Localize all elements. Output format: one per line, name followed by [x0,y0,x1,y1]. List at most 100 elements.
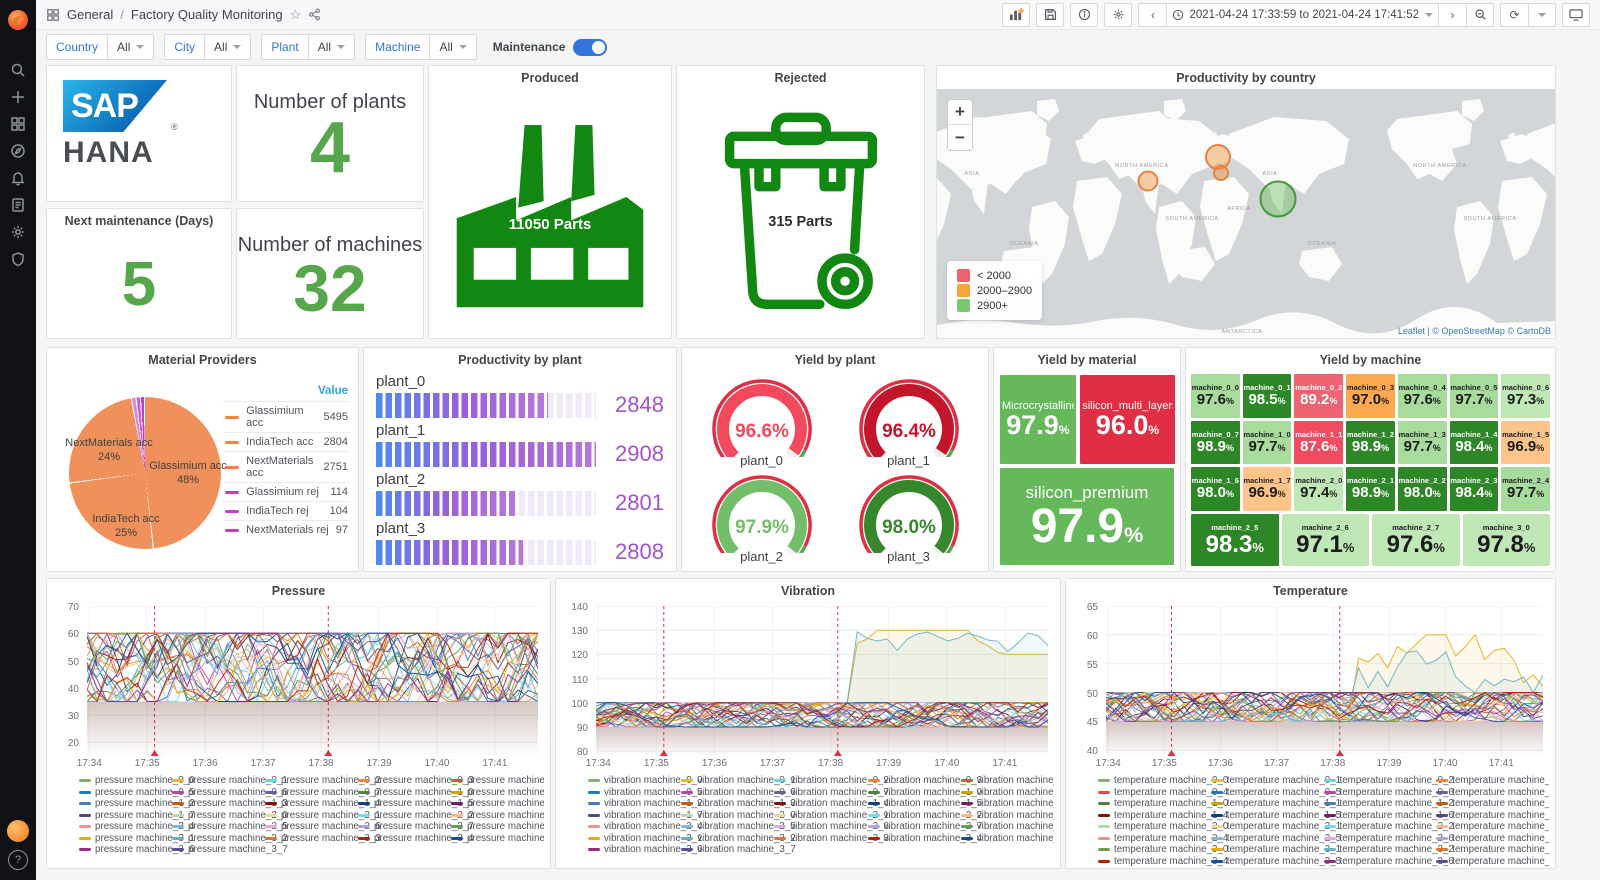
legend-item-machine_3_2[interactable]: temperature machine_3_2 [1323,844,1454,856]
star-icon[interactable]: ☆ [290,7,302,23]
legend-item-machine_2_2[interactable]: vibration machine_2_2 [867,810,982,822]
legend-item-machine_3_2[interactable]: pressure machine_3_2 [172,833,288,845]
legend-item-machine_3_4[interactable]: pressure machine_3_4 [358,833,474,845]
legend-item-machine_3_5[interactable]: vibration machine_3_5 [960,833,1054,845]
legend-item-machine_1_5[interactable]: vibration machine_1_5 [867,798,982,810]
legend-item-machine_3_0[interactable]: temperature machine_3_0 [1098,844,1228,856]
machine-cell-machine_1_5[interactable]: machine_1_5 96.9% [1501,420,1550,465]
legend-item-machine_1_6[interactable]: pressure machine_1_6 [451,798,544,810]
machine-cell-machine_1_4[interactable]: machine_1_4 98.4% [1449,420,1499,465]
legend-item-machine_2_4[interactable]: pressure machine_2_4 [79,821,195,833]
legend-item-machine_1_4[interactable]: vibration machine_1_4 [774,798,889,810]
legend-item-machine_3_0[interactable]: pressure machine_3_0 [451,821,544,833]
panel-title[interactable]: Yield by material [994,348,1180,371]
legend-item-machine_0_5[interactable]: temperature machine_0_5 [1210,787,1341,799]
temperature-plot-area[interactable] [1105,605,1544,756]
map-marker-india[interactable] [1259,180,1297,218]
legend-item-machine_3_6[interactable]: pressure machine_3_6 [79,844,195,856]
legend-item-machine_0_6[interactable]: vibration machine_0_6 [681,787,796,799]
legend-item-machine_3_6[interactable]: vibration machine_3_6 [588,844,703,856]
create-plus-icon[interactable] [0,83,36,110]
tv-mode-icon[interactable] [1562,2,1590,27]
legend-item-machine_1_6[interactable]: temperature machine_1_6 [1323,810,1454,822]
variable-value-dropdown[interactable]: All [430,34,477,60]
panel-title[interactable]: Productivity by country [937,66,1555,89]
legend-row[interactable]: IndiaTech rej 104 [223,501,350,520]
legend-item-machine_0_4[interactable]: temperature machine_0_4 [1098,787,1228,799]
machine-cell-machine_2_7[interactable]: machine_2_7 97.6% [1372,513,1460,566]
machine-cell-machine_1_1[interactable]: machine_1_1 87.6% [1294,420,1344,465]
documentation-icon[interactable] [0,191,36,218]
legend-item-machine_0_5[interactable]: vibration machine_0_5 [588,787,703,799]
legend-item-machine_1_7[interactable]: vibration machine_1_7 [588,810,703,822]
legend-item-machine_2_0[interactable]: vibration machine_2_0 [681,810,796,822]
machine-cell-machine_0_5[interactable]: machine_0_5 97.7% [1449,374,1499,418]
dashboards-icon[interactable] [0,110,36,137]
panel-title[interactable]: Temperature [1066,579,1555,602]
legend-item-machine_2_3[interactable]: pressure machine_2_3 [451,810,544,822]
legend-item-machine_0_7[interactable]: temperature machine_0_7 [1436,787,1549,799]
machine-cell-machine_0_3[interactable]: machine_0_3 97.0% [1346,374,1395,418]
legend-item-machine_2_3[interactable]: temperature machine_2_3 [1436,821,1549,833]
legend-item-machine_1_4[interactable]: temperature machine_1_4 [1098,810,1228,822]
machine-cell-machine_2_0[interactable]: machine_2_0 97.4% [1294,467,1344,511]
legend-item-machine_1_3[interactable]: temperature machine_1_3 [1436,798,1549,810]
breadcrumb-dashboard-title[interactable]: Factory Quality Monitoring [131,7,283,22]
map-zoom-in-button[interactable]: + [948,100,972,125]
machine-cell-machine_1_2[interactable]: machine_1_2 98.9% [1346,420,1395,465]
time-range-picker[interactable]: 2021-04-24 17:33:59 to 2021-04-24 17:41:… [1166,2,1438,27]
legend-item-machine_0_3[interactable]: vibration machine_0_3 [867,775,982,787]
legend-item-machine_3_2[interactable]: vibration machine_3_2 [681,833,796,845]
legend-item-machine_0_3[interactable]: pressure machine_0_3 [358,775,474,787]
legend-item-machine_2_4[interactable]: temperature machine_2_4 [1098,833,1228,845]
legend-item-machine_1_5[interactable]: pressure machine_1_5 [358,798,474,810]
grafana-logo-icon[interactable] [6,8,30,32]
legend-item-machine_3_7[interactable]: temperature machine_3_7 [1436,856,1549,868]
legend-item-machine_2_2[interactable]: temperature machine_2_2 [1323,821,1454,833]
legend-item-machine_3_4[interactable]: vibration machine_3_4 [867,833,982,845]
time-shift-back-icon[interactable]: ‹ [1138,2,1167,27]
explore-compass-icon[interactable] [0,137,36,164]
legend-item-machine_0_6[interactable]: temperature machine_0_6 [1323,787,1454,799]
machine-cell-machine_3_0[interactable]: machine_3_0 97.8% [1462,513,1550,566]
legend-item-machine_1_2[interactable]: vibration machine_1_2 [588,798,703,810]
legend-item-machine_3_7[interactable]: pressure machine_3_7 [172,844,288,856]
legend-item-machine_0_2[interactable]: pressure machine_0_2 [265,775,381,787]
legend-row[interactable]: NextMaterials rej 97 [223,520,350,539]
legend-item-machine_0_4[interactable]: vibration machine_0_4 [960,775,1054,787]
machine-cell-machine_2_3[interactable]: machine_2_3 98.4% [1449,467,1499,511]
machine-cell-machine_0_7[interactable]: machine_0_7 98.9% [1191,420,1240,465]
legend-row[interactable]: Glassimium acc 5495 [223,401,350,432]
legend-item-machine_1_3[interactable]: pressure machine_1_3 [172,798,288,810]
panel-title[interactable]: Produced [429,66,671,89]
legend-row[interactable]: IndiaTech acc 2804 [223,432,350,451]
treemap-cell-silicon-multi-layers[interactable]: silicon_multi_layers 96.0% [1079,375,1176,465]
user-avatar[interactable] [7,820,29,842]
legend-item-machine_0_6[interactable]: pressure machine_0_6 [172,787,288,799]
panel-title[interactable]: Pressure [47,579,550,602]
map-attribution[interactable]: Leaflet | © OpenStreetMap © CartoDB [1398,326,1551,336]
legend-item-machine_0_7[interactable]: vibration machine_0_7 [774,787,889,799]
panel-title[interactable]: Next maintenance (Days) [47,209,231,232]
panel-title[interactable]: Vibration [556,579,1060,602]
legend-item-machine_1_0[interactable]: vibration machine_1_0 [867,787,982,799]
admin-shield-icon[interactable] [0,245,36,272]
pressure-plot-area[interactable] [86,605,539,756]
panel-title[interactable]: Yield by machine [1186,348,1555,371]
machine-cell-machine_0_4[interactable]: machine_0_4 97.6% [1397,374,1447,418]
legend-item-machine_2_7[interactable]: pressure machine_2_7 [358,821,474,833]
legend-item-machine_0_2[interactable]: vibration machine_0_2 [774,775,889,787]
map-marker-france[interactable] [1213,165,1229,181]
legend-item-machine_2_6[interactable]: temperature machine_2_6 [1323,833,1454,845]
legend-item-machine_1_0[interactable]: temperature machine_1_0 [1098,798,1228,810]
machine-cell-machine_2_1[interactable]: machine_2_1 98.9% [1346,467,1395,511]
machine-cell-machine_2_6[interactable]: machine_2_6 97.1% [1281,513,1369,566]
legend-item-machine_0_3[interactable]: temperature machine_0_3 [1436,775,1549,787]
variable-value-dropdown[interactable]: All [108,34,155,60]
time-shift-forward-icon[interactable]: › [1438,2,1466,27]
legend-item-machine_0_0[interactable]: temperature machine_0_0 [1098,775,1228,787]
legend-item-machine_0_1[interactable]: temperature machine_0_1 [1210,775,1341,787]
legend-item-machine_2_6[interactable]: pressure machine_2_6 [265,821,381,833]
legend-item-machine_2_0[interactable]: temperature machine_2_0 [1098,821,1228,833]
legend-item-machine_2_5[interactable]: temperature machine_2_5 [1210,833,1341,845]
